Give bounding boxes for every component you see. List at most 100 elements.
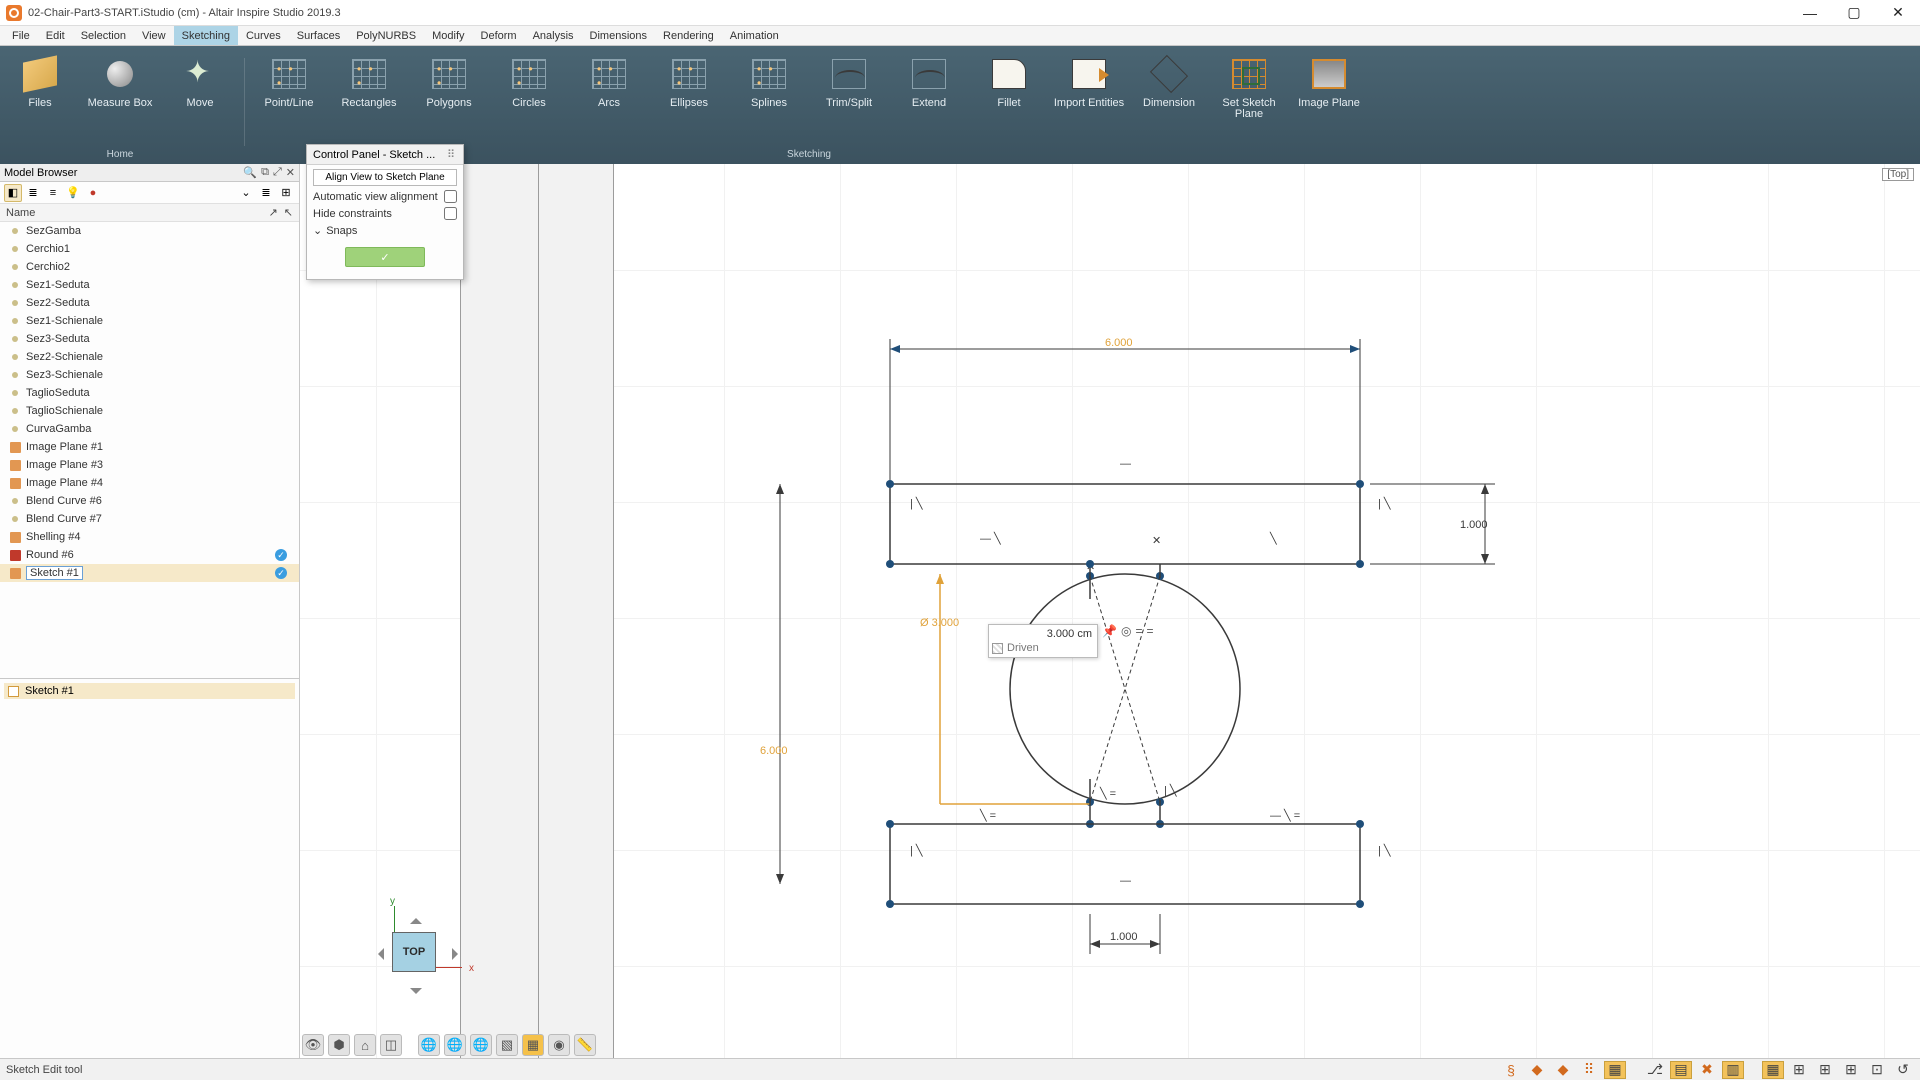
tool-move[interactable]: Move [160,52,240,109]
sb-icon-3[interactable]: ◆ [1552,1061,1574,1079]
dim-diameter[interactable]: Ø 3.000 [920,574,1090,804]
dim-left[interactable]: 6.000 [760,484,788,884]
equal-icon-2[interactable]: = [1146,624,1153,638]
menu-rendering[interactable]: Rendering [655,26,722,45]
tree-item[interactable]: Image Plane #3 [0,456,299,474]
sb-icon-11[interactable]: ⊞ [1788,1061,1810,1079]
search-icon[interactable]: 🔍 [243,166,257,179]
maximize-button[interactable]: ▢ [1832,0,1876,26]
shaded-icon[interactable]: ⬢ [328,1034,350,1056]
commit-sketch-button[interactable]: ✓ [345,247,425,267]
sb-icon-1[interactable]: § [1500,1061,1522,1079]
tool-polygons[interactable]: Polygons [409,52,489,120]
tree-item[interactable]: Sez3-Schienale [0,366,299,384]
hide-constraints-checkbox[interactable] [444,207,457,220]
circle[interactable]: ✕ ✕ [1010,535,1240,806]
sb-icon-15[interactable]: ↺ [1892,1061,1914,1079]
sub-panel-selected-item[interactable]: Sketch #1 [4,683,295,699]
menu-dimensions[interactable]: Dimensions [582,26,655,45]
navigation-cube[interactable]: y x TOP [350,890,470,1010]
connectors[interactable]: ╲ = | ╲ [1086,560,1178,828]
globe1-icon[interactable]: 🌐 [418,1034,440,1056]
grid-toggle-icon[interactable]: ▦ [522,1034,544,1056]
dimension-value-input[interactable]: 3.000 cm [992,628,1094,640]
tool-extend[interactable]: Extend [889,52,969,120]
tree-item[interactable]: Sez1-Schienale [0,312,299,330]
measure-icon[interactable]: 📏 [574,1034,596,1056]
close-panel-icon[interactable]: ✕ [286,166,295,179]
globe2-icon[interactable]: 🌐 [444,1034,466,1056]
filter-material-button[interactable]: ● [84,184,102,202]
tree-item[interactable]: Cerchio1 [0,240,299,258]
tool-rectangles[interactable]: Rectangles [329,52,409,120]
tool-measure-box[interactable]: Measure Box [80,52,160,109]
tree-item[interactable]: Shelling #4 [0,528,299,546]
control-panel-title[interactable]: Control Panel - Sketch ... ⠿ [307,145,463,165]
sb-icon-9[interactable]: ▥ [1722,1061,1744,1079]
viewport[interactable]: [Top] 6.000 | ╲ | ╲ — ╲ — ╲ [300,164,1920,1058]
sb-icon-5[interactable]: ▦ [1604,1061,1626,1079]
navcube-down[interactable] [410,988,422,1000]
concentric-icon[interactable]: ◎ [1121,624,1131,638]
tree-item[interactable]: TaglioSeduta [0,384,299,402]
tree-item[interactable]: SezGamba [0,222,299,240]
tool-ellipses[interactable]: Ellipses [649,52,729,120]
tree-item[interactable]: Cerchio2 [0,258,299,276]
cursor-icon[interactable]: ↖ [284,206,293,219]
tool-splines[interactable]: Splines [729,52,809,120]
tool-files[interactable]: Files [0,52,80,109]
align-view-button[interactable]: Align View to Sketch Plane [313,169,457,186]
close-button[interactable]: ✕ [1876,0,1920,26]
menu-curves[interactable]: Curves [238,26,289,45]
tool-dimension[interactable]: Dimension [1129,52,1209,120]
tool-arcs[interactable]: Arcs [569,52,649,120]
filter-geometry-button[interactable]: ◧ [4,184,22,202]
model-tree[interactable]: SezGambaCerchio1Cerchio2Sez1-SedutaSez2-… [0,222,299,678]
menu-surfaces[interactable]: Surfaces [289,26,348,45]
tool-set-sketch-plane[interactable]: Set Sketch Plane [1209,52,1289,120]
eye-icon[interactable]: 👁 [302,1034,324,1056]
tree-item[interactable]: Sez2-Seduta [0,294,299,312]
sphere-icon[interactable]: ◉ [548,1034,570,1056]
tree-item[interactable]: Sez2-Schienale [0,348,299,366]
menu-analysis[interactable]: Analysis [525,26,582,45]
visible-check-icon[interactable]: ✓ [275,567,287,579]
globe3-icon[interactable]: 🌐 [470,1034,492,1056]
tool-trim-split[interactable]: Trim/Split [809,52,889,120]
tree-item[interactable]: Blend Curve #6 [0,492,299,510]
rect-bottom[interactable]: | ╲ | ╲ ╲ = — — ╲ = [886,808,1392,908]
tree-item[interactable]: Sez3-Seduta [0,330,299,348]
menu-file[interactable]: File [4,26,38,45]
tree-item[interactable]: CurvaGamba [0,420,299,438]
sb-icon-10[interactable]: ▦ [1762,1061,1784,1079]
menu-animation[interactable]: Animation [722,26,787,45]
collapse-button[interactable]: ⌄ [237,184,255,202]
list-view-button[interactable]: ≣ [257,184,275,202]
expand-icon[interactable]: ⤢ [273,166,282,179]
tool-circles[interactable]: Circles [489,52,569,120]
home-icon[interactable]: ⌂ [354,1034,376,1056]
menu-polynurbs[interactable]: PolyNURBS [348,26,424,45]
grid-view-button[interactable]: ⊞ [277,184,295,202]
menu-edit[interactable]: Edit [38,26,73,45]
pin-icon[interactable]: 📌 [1102,624,1117,638]
navcube-face[interactable]: TOP [392,932,436,972]
filter-light-button[interactable]: 💡 [64,184,82,202]
navcube-up[interactable] [410,912,422,924]
menu-modify[interactable]: Modify [424,26,472,45]
tool-point-line[interactable]: Point/Line [249,52,329,120]
sb-icon-2[interactable]: ◆ [1526,1061,1548,1079]
menu-selection[interactable]: Selection [73,26,134,45]
snaps-expander-icon[interactable]: ⌄ [313,224,322,237]
auto-align-checkbox[interactable] [444,190,457,203]
menu-view[interactable]: View [134,26,174,45]
tool-image-plane[interactable]: Image Plane [1289,52,1369,120]
rect-top[interactable]: | ╲ | ╲ — ╲ — ╲ [886,458,1392,568]
dim-bottom[interactable]: 1.000 [1090,914,1160,954]
dim-right-top[interactable]: 1.000 [1370,484,1495,564]
menu-sketching[interactable]: Sketching [174,26,238,45]
tree-item[interactable]: Blend Curve #7 [0,510,299,528]
driven-checkbox[interactable] [992,643,1003,654]
sb-icon-14[interactable]: ⊡ [1866,1061,1888,1079]
sb-icon-6[interactable]: ⎇ [1644,1061,1666,1079]
